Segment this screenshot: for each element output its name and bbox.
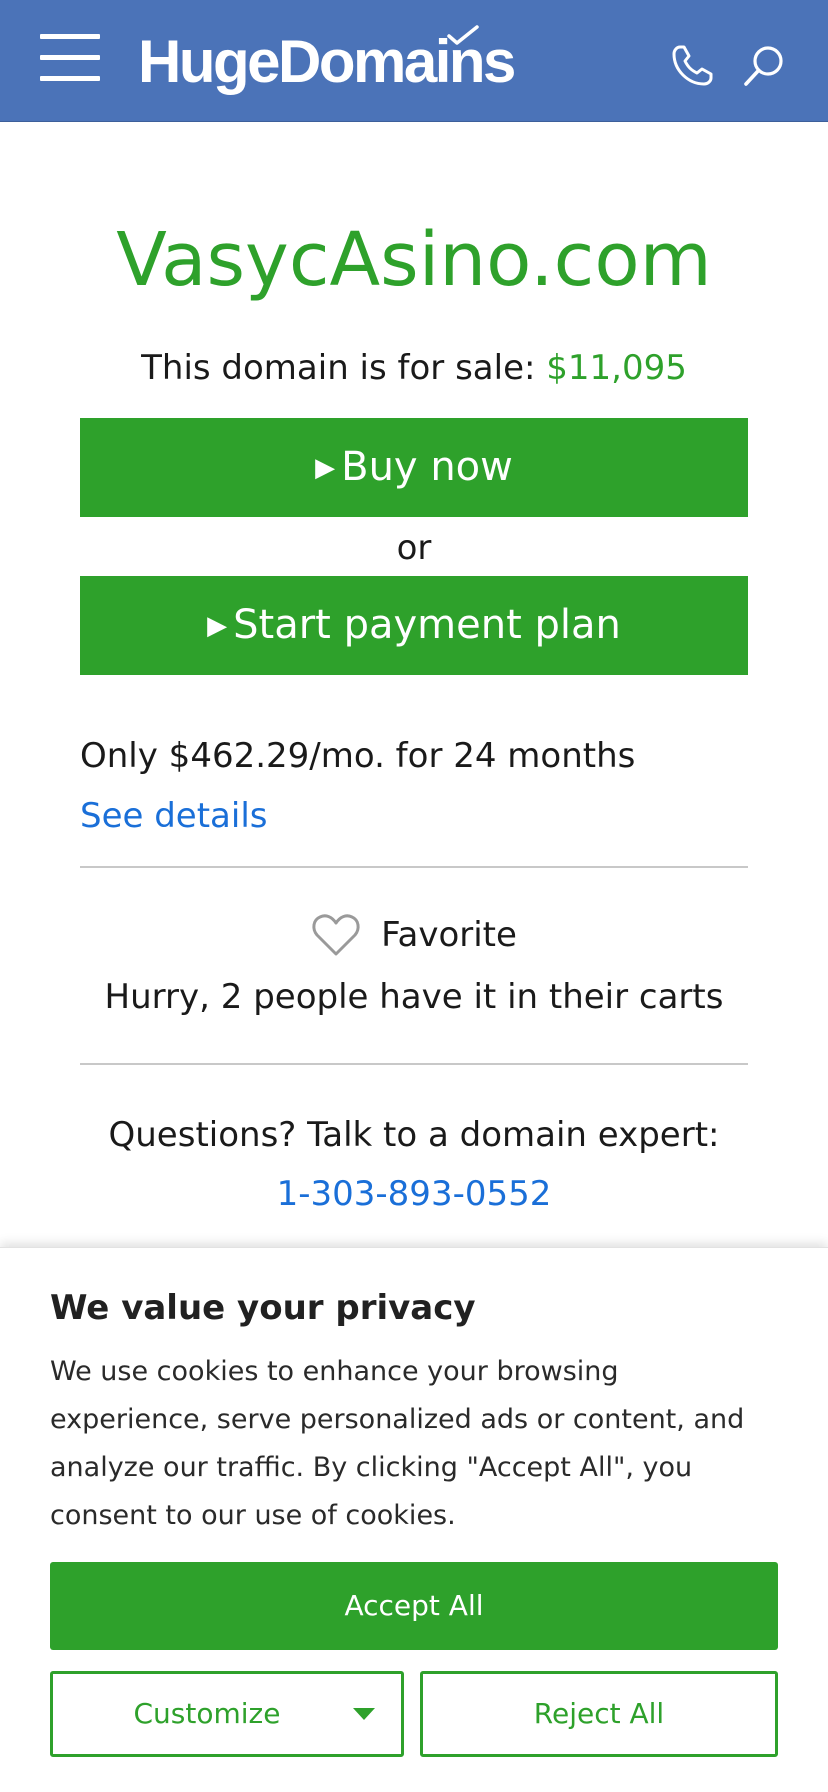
customize-label: Customize (133, 1697, 281, 1730)
sale-text: This domain is for sale: (141, 348, 536, 388)
payment-plan-label: Start payment plan (233, 602, 621, 648)
favorite-label: Favorite (381, 915, 517, 955)
play-arrow-icon: ▶ (207, 611, 228, 641)
play-arrow-icon: ▶ (315, 453, 336, 483)
cookie-consent-banner: We value your privacy We use cookies to … (0, 1247, 828, 1792)
sale-price-line: This domain is for sale: $11,095 (0, 346, 828, 390)
customize-button[interactable]: Customize (50, 1671, 404, 1757)
reject-all-button[interactable]: Reject All (420, 1671, 778, 1757)
cookie-banner-title: We value your privacy (50, 1288, 476, 1328)
chevron-down-icon (353, 1708, 375, 1720)
cookie-banner-text: We use cookies to enhance your browsing … (50, 1356, 745, 1531)
cart-urgency-text: Hurry, 2 people have it in their carts (104, 977, 724, 1017)
buy-now-label: Buy now (341, 444, 513, 490)
questions-text: Questions? Talk to a domain expert: (108, 1115, 720, 1155)
monthly-plan-text: Only $462.29/mo. for 24 months (80, 736, 636, 776)
start-payment-plan-button[interactable]: ▶ Start payment plan (80, 576, 748, 675)
site-header: HugeDomains (0, 0, 828, 122)
divider (80, 866, 748, 868)
buy-now-button[interactable]: ▶ Buy now (80, 418, 748, 517)
see-details-link[interactable]: See details (80, 794, 268, 838)
phone-number-link[interactable]: 1-303-893-0552 (0, 1172, 828, 1216)
sale-price: $11,095 (546, 348, 687, 388)
accept-all-button[interactable]: Accept All (50, 1562, 778, 1650)
favorite-row: Favorite (0, 912, 828, 962)
logo-checkmark-icon (447, 25, 479, 45)
search-icon[interactable] (740, 42, 788, 90)
divider (80, 1063, 748, 1065)
or-separator: or (396, 528, 432, 568)
favorite-button[interactable]: Favorite (311, 912, 517, 958)
domain-name-heading: VasycAsino.com (116, 217, 712, 303)
heart-icon (312, 914, 360, 956)
hamburger-menu-icon[interactable] (40, 34, 100, 82)
phone-icon[interactable] (668, 42, 716, 90)
